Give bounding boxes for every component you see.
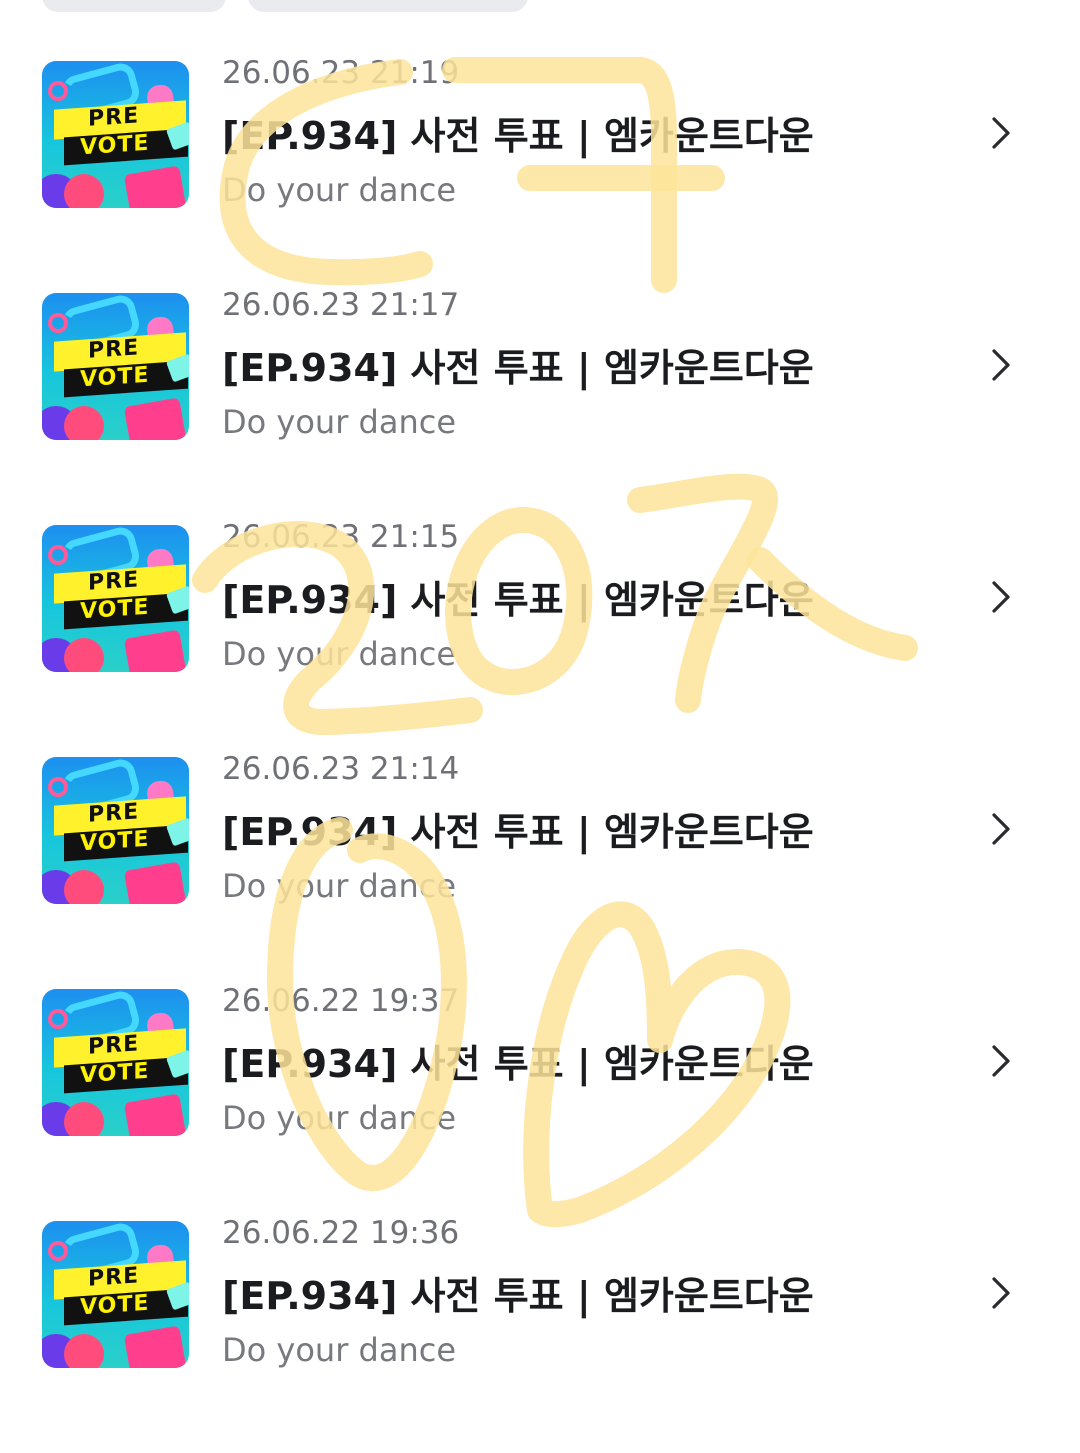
item-subtitle: Do your dance [222,403,456,441]
item-title: [EP.934] 사전 투표 | 엠카운트다운 [222,810,814,854]
pre-vote-thumbnail: PRE VOTE [42,989,189,1136]
thumbnail-vote-text: VOTE [80,362,150,393]
thumbnail-vote-text: VOTE [80,130,150,161]
list-item[interactable]: PRE VOTE 26.06.22 19:36 [EP.934] 사전 투표 |… [0,1215,1080,1453]
pre-vote-thumbnail: PRE VOTE [42,525,189,672]
chevron-right-icon[interactable] [986,113,1016,153]
thumbnail-vote-text: VOTE [80,826,150,857]
top-tab-2[interactable] [248,0,528,12]
item-subtitle: Do your dance [222,867,456,905]
list-item[interactable]: PRE VOTE 26.06.23 21:17 [EP.934] 사전 투표 |… [0,287,1080,525]
item-title: [EP.934] 사전 투표 | 엠카운트다운 [222,578,814,622]
item-date: 26.06.22 19:37 [222,983,460,1019]
item-subtitle: Do your dance [222,171,456,209]
thumbnail-pre-text: PRE [88,335,140,364]
pre-vote-thumbnail: PRE VOTE [42,61,189,208]
chevron-right-icon[interactable] [986,1273,1016,1313]
top-tab-1[interactable] [42,0,226,12]
chevron-right-icon[interactable] [986,345,1016,385]
item-date: 26.06.22 19:36 [222,1215,460,1251]
item-title: [EP.934] 사전 투표 | 엠카운트다운 [222,1042,814,1086]
thumbnail-vote-text: VOTE [80,594,150,625]
item-subtitle: Do your dance [222,1331,456,1369]
pre-vote-thumbnail: PRE VOTE [42,757,189,904]
thumbnail-pre-text: PRE [88,799,140,828]
item-date: 26.06.23 21:19 [222,55,460,91]
list-item[interactable]: PRE VOTE 26.06.23 21:19 [EP.934] 사전 투표 |… [0,55,1080,293]
list-item[interactable]: PRE VOTE 26.06.22 19:37 [EP.934] 사전 투표 |… [0,983,1080,1221]
pre-vote-thumbnail: PRE VOTE [42,1221,189,1368]
chevron-right-icon[interactable] [986,809,1016,849]
thumbnail-vote-text: VOTE [80,1290,150,1321]
thumbnail-vote-text: VOTE [80,1058,150,1089]
item-date: 26.06.23 21:14 [222,751,460,787]
pre-vote-thumbnail: PRE VOTE [42,293,189,440]
list-item[interactable]: PRE VOTE 26.06.23 21:15 [EP.934] 사전 투표 |… [0,519,1080,757]
item-title: [EP.934] 사전 투표 | 엠카운트다운 [222,114,814,158]
item-subtitle: Do your dance [222,1099,456,1137]
thumbnail-pre-text: PRE [88,103,140,132]
thumbnail-pre-text: PRE [88,567,140,596]
item-title: [EP.934] 사전 투표 | 엠카운트다운 [222,346,814,390]
thumbnail-pre-text: PRE [88,1031,140,1060]
item-title: [EP.934] 사전 투표 | 엠카운트다운 [222,1274,814,1318]
item-date: 26.06.23 21:15 [222,519,460,555]
item-subtitle: Do your dance [222,635,456,673]
chevron-right-icon[interactable] [986,1041,1016,1081]
thumbnail-pre-text: PRE [88,1263,140,1292]
list-item[interactable]: PRE VOTE 26.06.23 21:14 [EP.934] 사전 투표 |… [0,751,1080,989]
chevron-right-icon[interactable] [986,577,1016,617]
item-date: 26.06.23 21:17 [222,287,460,323]
